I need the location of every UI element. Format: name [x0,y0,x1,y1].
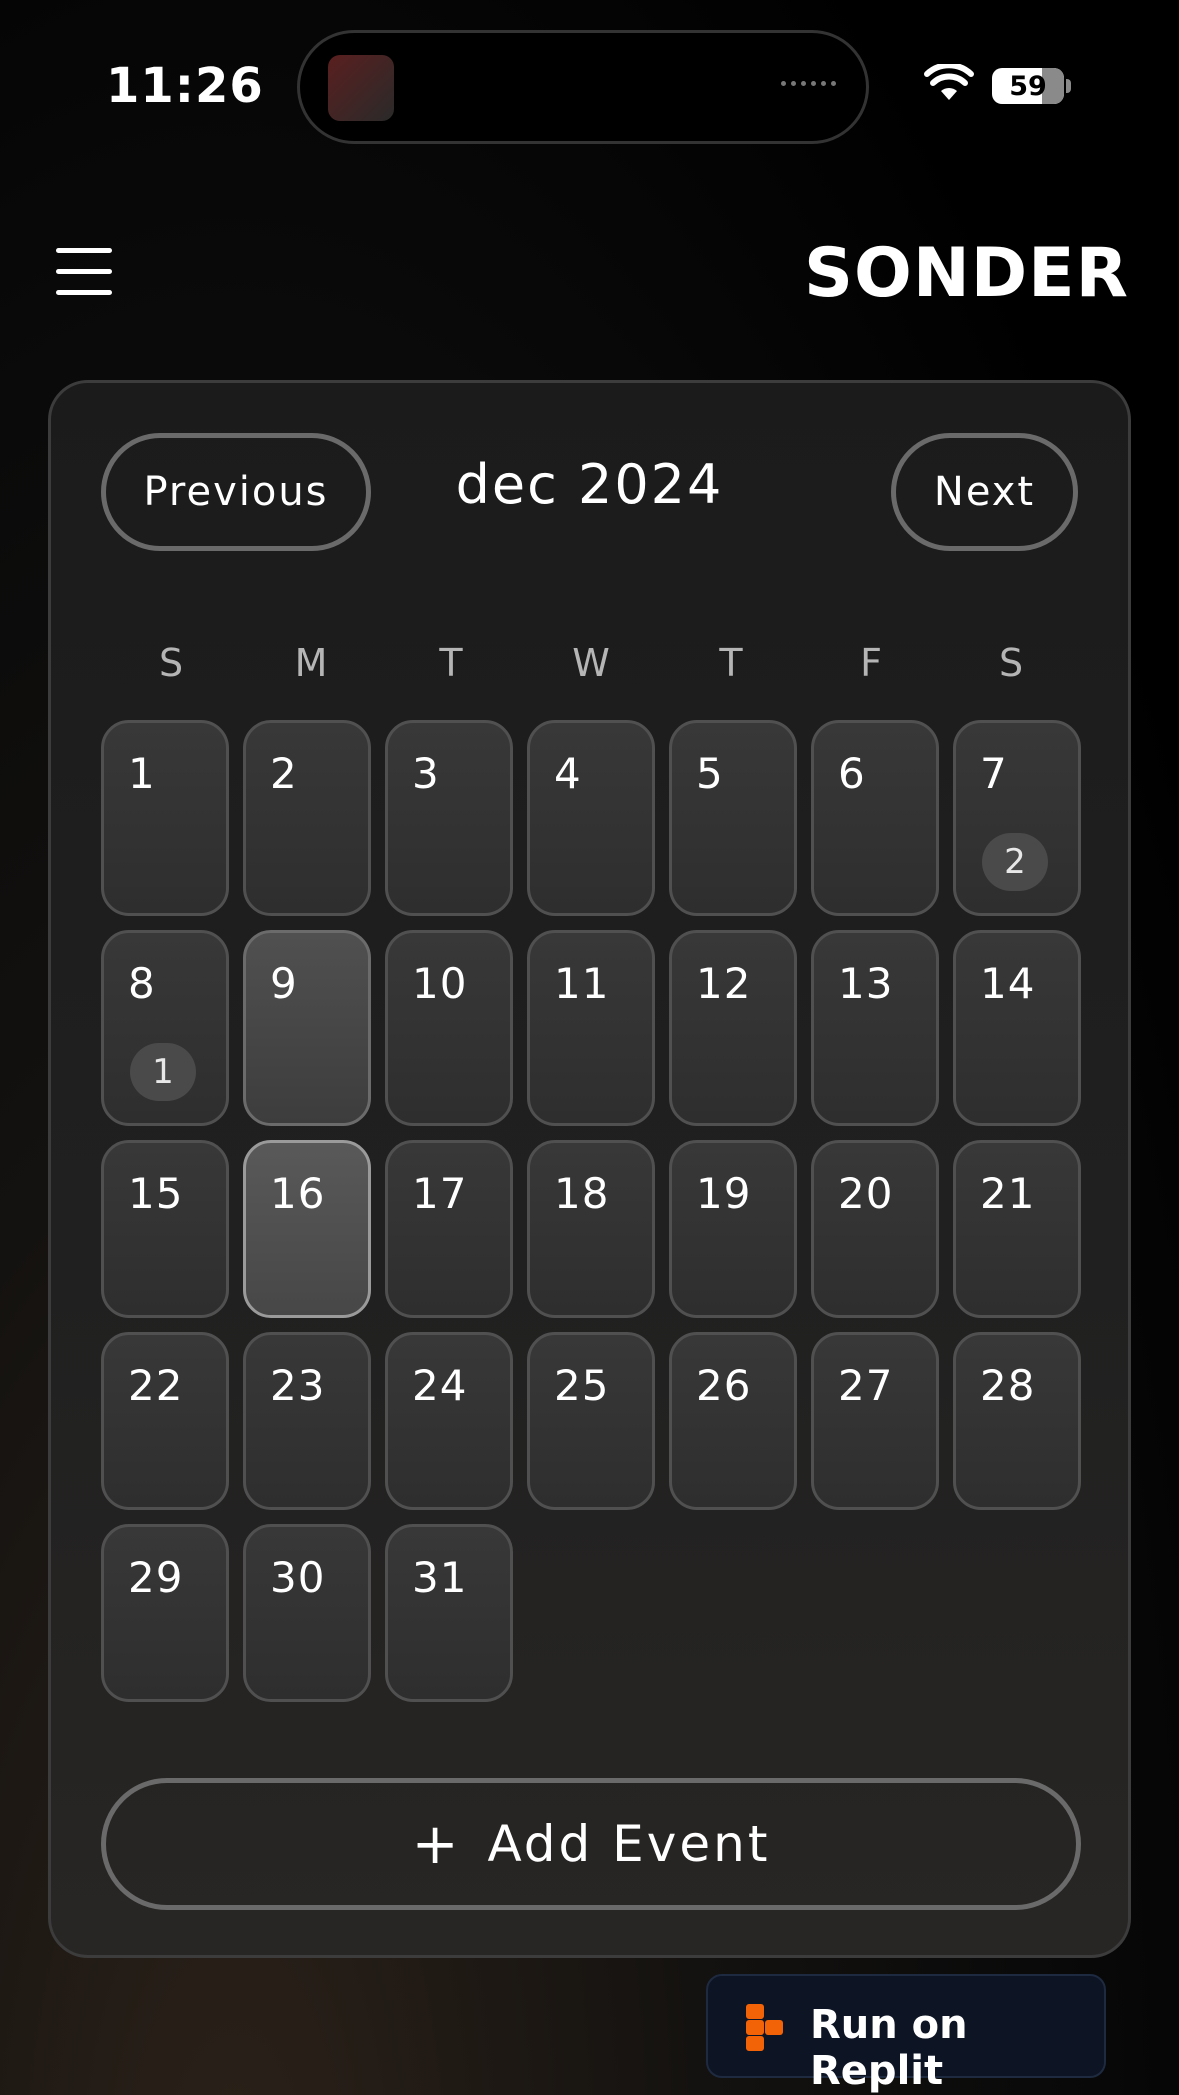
day-number: 24 [412,1361,468,1410]
battery-tip [1066,79,1071,93]
brand-logo: SONDER [804,234,1129,313]
status-time: 11:26 [106,58,264,114]
calendar-day[interactable]: 2 [243,720,371,916]
day-number: 30 [270,1553,326,1602]
day-number: 28 [980,1361,1036,1410]
calendar-day[interactable]: 3 [385,720,513,916]
calendar-day[interactable]: 6 [811,720,939,916]
hamburger-menu-icon[interactable] [56,248,112,296]
day-number: 22 [128,1361,184,1410]
day-number: 14 [980,959,1036,1008]
day-number: 7 [980,749,1008,798]
calendar-day[interactable]: 81 [101,930,229,1126]
event-count-badge: 1 [130,1043,196,1101]
day-number: 17 [412,1169,468,1218]
app-screen: 11:26 59 SONDER Previous dec 2024 Next S… [0,0,1179,2095]
day-number: 1 [128,749,156,798]
add-event-button[interactable]: + Add Event [101,1778,1081,1910]
weekday-label: W [572,641,610,685]
day-number: 31 [412,1553,468,1602]
calendar-day[interactable]: 22 [101,1332,229,1510]
day-number: 2 [270,749,298,798]
next-month-button[interactable]: Next [891,433,1078,551]
calendar-day[interactable]: 10 [385,930,513,1126]
weekday-label: S [998,641,1024,685]
calendar-day[interactable]: 23 [243,1332,371,1510]
calendar-day[interactable]: 21 [953,1140,1081,1318]
weekday-label: F [860,641,882,685]
day-number: 19 [696,1169,752,1218]
calendar-day[interactable]: 26 [669,1332,797,1510]
day-number: 5 [696,749,724,798]
calendar-day[interactable]: 1 [101,720,229,916]
calendar-day[interactable]: 28 [953,1332,1081,1510]
battery-level: 59 [1009,70,1047,102]
calendar-day[interactable]: 31 [385,1524,513,1702]
day-number: 27 [838,1361,894,1410]
calendar-day[interactable]: 15 [101,1140,229,1318]
day-number: 18 [554,1169,610,1218]
calendar-day[interactable]: 25 [527,1332,655,1510]
wifi-icon [924,64,974,100]
calendar-day[interactable]: 27 [811,1332,939,1510]
day-number: 26 [696,1361,752,1410]
calendar-card: Previous dec 2024 Next SMTWTFS 123456728… [48,380,1131,1958]
weekday-label: S [158,641,184,685]
run-on-replit-button[interactable]: Run on Replit [706,1974,1106,2094]
now-playing-thumbnail [328,55,394,121]
calendar-day[interactable]: 17 [385,1140,513,1318]
weekday-label: T [719,641,743,685]
calendar-day[interactable]: 11 [527,930,655,1126]
calendar-day[interactable]: 24 [385,1332,513,1510]
day-number: 25 [554,1361,610,1410]
day-number: 9 [270,959,298,1008]
event-count-badge: 2 [982,833,1048,891]
calendar-day[interactable]: 12 [669,930,797,1126]
plus-icon: + [411,1811,462,1877]
replit-label: Run on Replit [810,2002,968,2094]
calendar-day[interactable]: 13 [811,930,939,1126]
weekday-label: M [294,641,328,685]
day-number: 3 [412,749,440,798]
calendar-day[interactable]: 20 [811,1140,939,1318]
weekday-header: SMTWTFS [101,641,1081,685]
calendar-day[interactable]: 19 [669,1140,797,1318]
calendar-day[interactable]: 14 [953,930,1081,1126]
day-number: 11 [554,959,610,1008]
day-number: 15 [128,1169,184,1218]
day-number: 23 [270,1361,326,1410]
calendar-day[interactable]: 4 [527,720,655,916]
calendar-day[interactable]: 29 [101,1524,229,1702]
calendar-day[interactable]: 16 [243,1140,371,1318]
day-number: 4 [554,749,582,798]
weekday-label: T [439,641,463,685]
calendar-day[interactable]: 5 [669,720,797,916]
calendar-day[interactable]: 30 [243,1524,371,1702]
dynamic-island [297,30,869,144]
day-number: 16 [270,1169,326,1218]
day-number: 21 [980,1169,1036,1218]
battery-icon: 59 [992,68,1064,104]
calendar-day[interactable]: 9 [243,930,371,1126]
day-number: 12 [696,959,752,1008]
add-event-label: Add Event [487,1815,771,1873]
day-number: 29 [128,1553,184,1602]
calendar-day[interactable]: 18 [527,1140,655,1318]
day-number: 6 [838,749,866,798]
day-number: 13 [838,959,894,1008]
waveform-icon [781,81,836,86]
calendar-day[interactable]: 72 [953,720,1081,916]
day-number: 20 [838,1169,894,1218]
day-number: 8 [128,959,156,1008]
day-number: 10 [412,959,468,1008]
replit-logo-icon [746,2004,786,2051]
